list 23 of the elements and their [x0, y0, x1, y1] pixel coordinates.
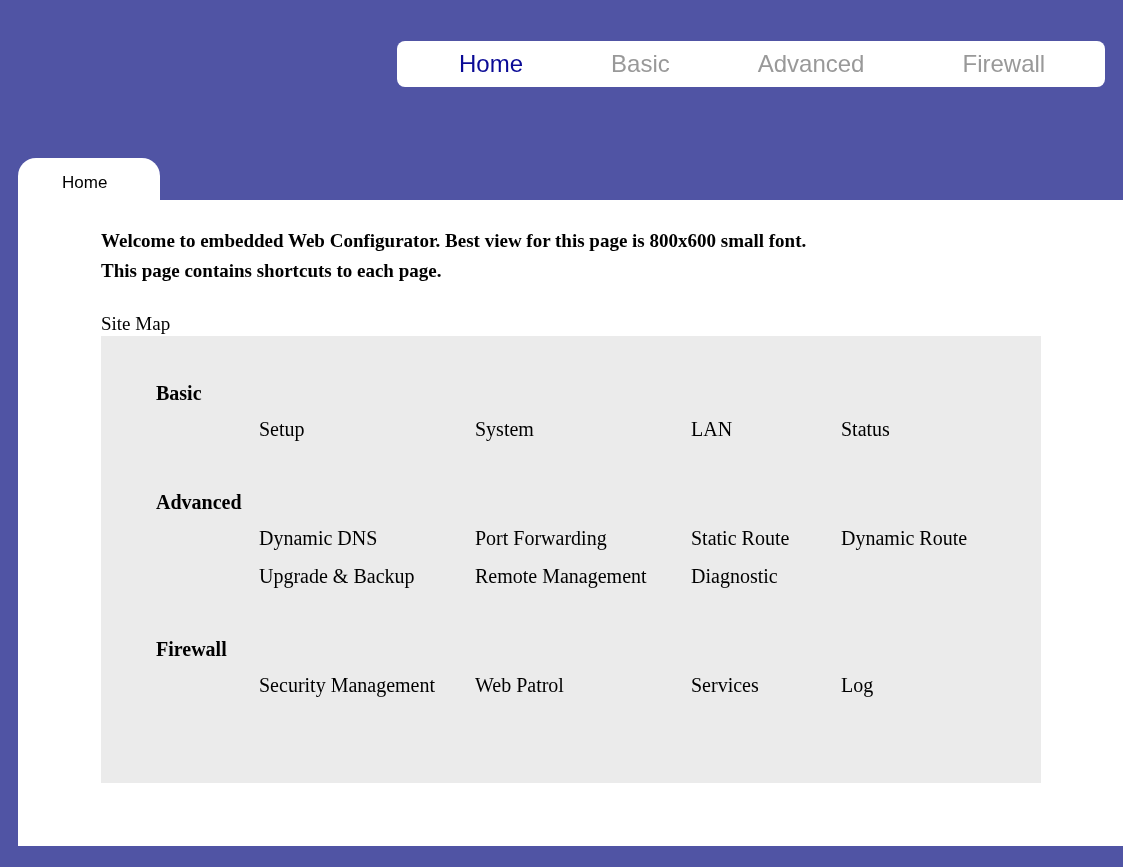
site-map-link[interactable]: Remote Management	[475, 561, 647, 591]
site-map-link[interactable]: LAN	[691, 414, 733, 444]
site-map-link[interactable]: Log	[841, 670, 874, 700]
section-heading: Firewall	[155, 637, 228, 662]
site-map-link[interactable]: Upgrade & Backup	[259, 561, 415, 591]
site-map-link[interactable]: Setup	[259, 414, 305, 444]
site-map-title: Site Map	[101, 312, 172, 336]
site-map-link[interactable]: Port Forwarding	[475, 523, 607, 553]
welcome-text: Welcome to embedded Web Configurator. Best view for this page is 800x600 small font.	[101, 229, 808, 253]
page-tab[interactable]: Home	[18, 158, 160, 200]
site-map-link[interactable]: Dynamic Route	[841, 523, 968, 553]
site-map-link[interactable]: Diagnostic	[691, 561, 778, 591]
site-map-link[interactable]: Web Patrol	[475, 670, 564, 700]
site-map-link[interactable]: Services	[691, 670, 759, 700]
section-heading: Basic	[155, 381, 203, 406]
site-map-link[interactable]: Static Route	[691, 523, 790, 553]
nav-link[interactable]: Home	[455, 46, 528, 82]
site-map-link[interactable]: Security Management	[259, 670, 436, 700]
section-heading: Advanced	[155, 490, 243, 515]
site-map-link[interactable]: Dynamic DNS	[259, 523, 378, 553]
site-map-link[interactable]: System	[475, 414, 534, 444]
site-map-link[interactable]: Status	[841, 414, 890, 444]
welcome-text: This page contains shortcuts to each page.	[101, 259, 443, 283]
